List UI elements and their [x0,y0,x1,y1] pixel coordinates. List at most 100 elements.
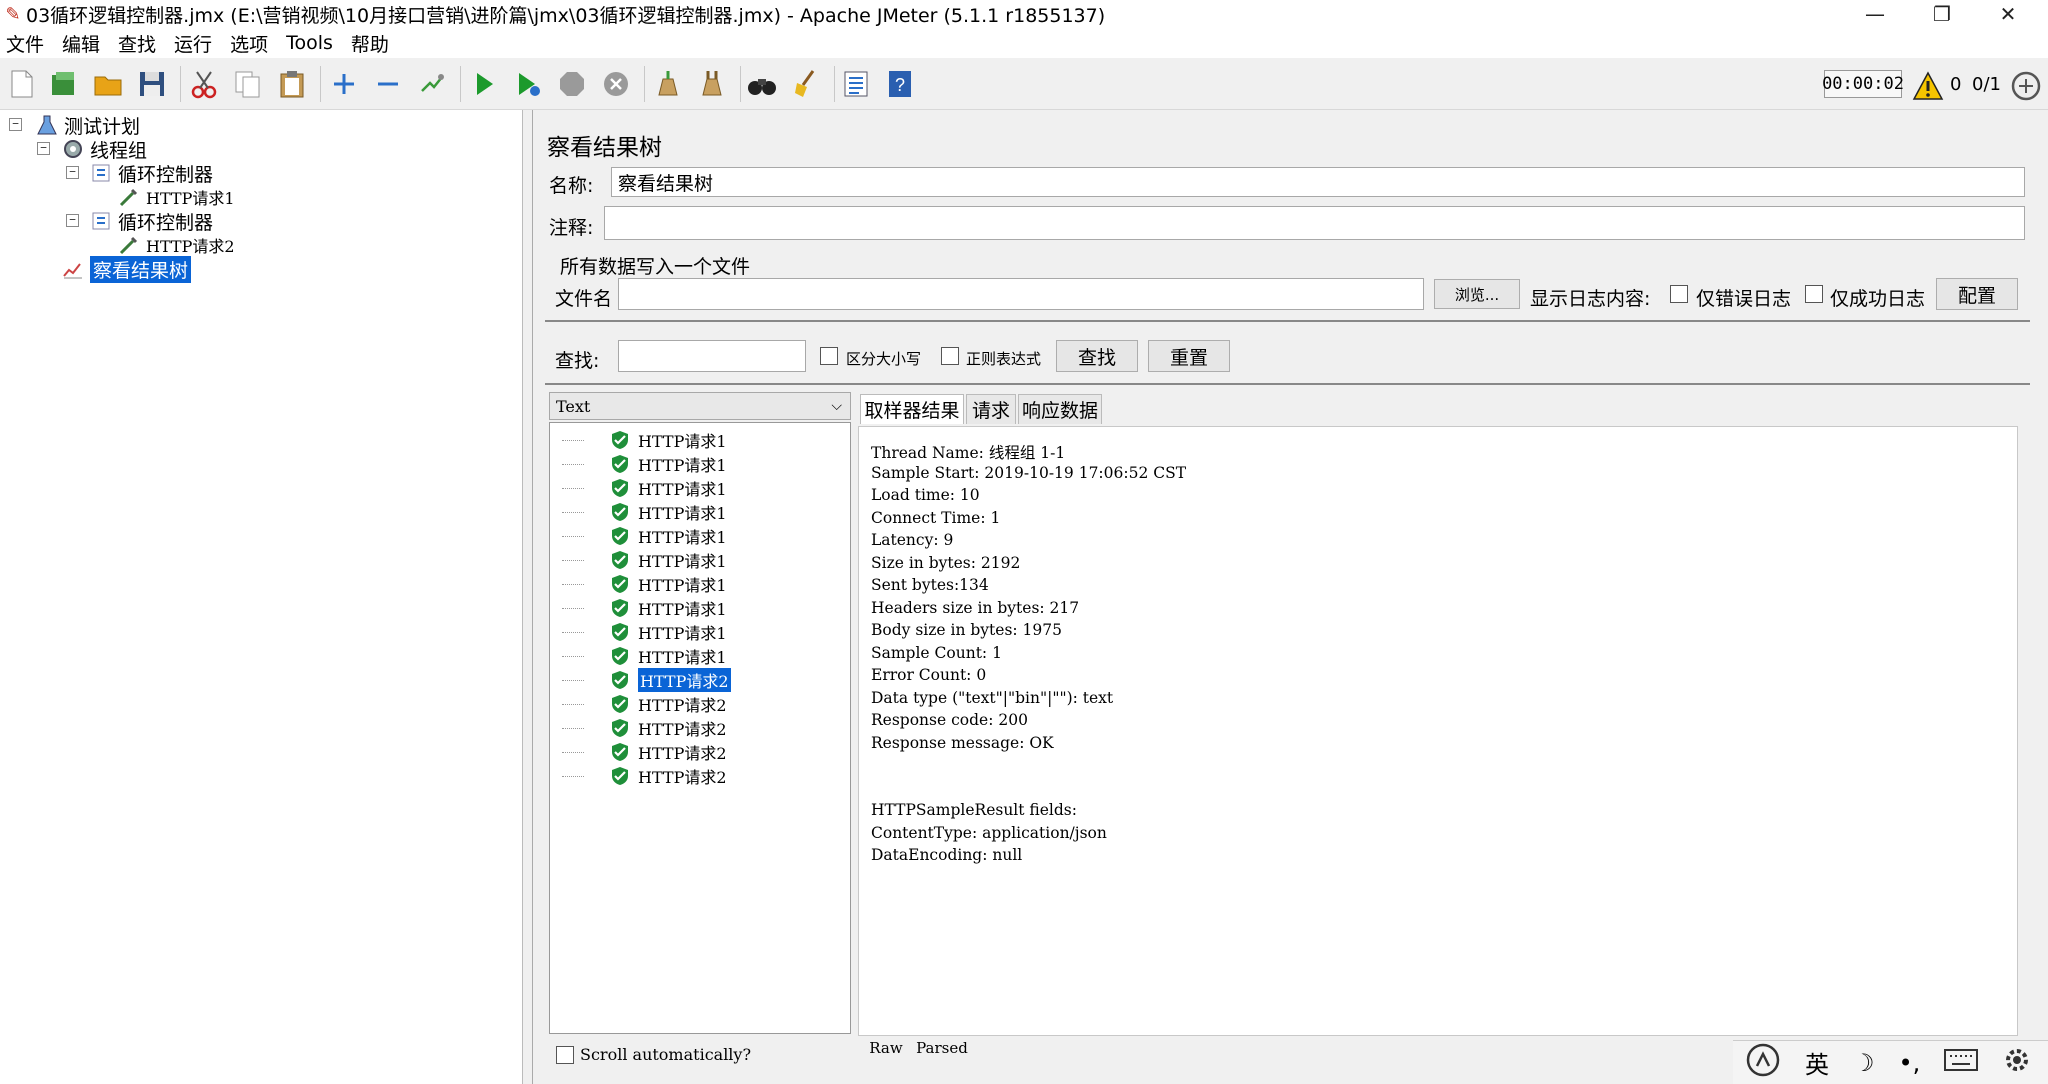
comment-label: 注释: [549,217,594,239]
toggle-icon[interactable] [414,66,450,102]
result-item[interactable]: HTTP请求1 [562,597,727,619]
tree-node-loop-controller-1[interactable]: 循环控制器 [90,161,213,186]
start-icon[interactable] [466,66,502,102]
shutdown-icon[interactable] [598,66,634,102]
result-item[interactable]: HTTP请求1 [562,621,727,643]
tab-request[interactable]: 请求 [966,394,1016,424]
name-input[interactable]: 察看结果树 [611,167,2025,197]
scroll-auto-checkbox[interactable] [556,1046,574,1064]
result-item[interactable]: HTTP请求2 [562,668,731,692]
result-item[interactable]: HTTP请求1 [562,429,727,451]
save-icon[interactable] [134,66,170,102]
open-icon[interactable] [90,66,126,102]
browse-button[interactable]: 浏览... [1434,279,1520,309]
tab-response-data[interactable]: 响应数据 [1018,394,1102,424]
renderer-select[interactable]: Text ⌵ [549,392,851,420]
result-item[interactable]: HTTP请求2 [562,693,727,715]
raw-tab[interactable]: Raw [868,1036,904,1060]
tree-node-view-results-tree[interactable]: 察看结果树 [62,255,192,283]
close-button[interactable]: ✕ [1978,0,2038,28]
new-icon[interactable] [4,66,40,102]
clear-all-icon[interactable] [694,66,730,102]
parsed-tab[interactable]: Parsed [912,1036,972,1060]
success-check-icon [612,551,628,569]
result-item[interactable]: HTTP请求1 [562,573,727,595]
tab-sampler-result[interactable]: 取样器结果 [860,394,964,424]
splitter-line[interactable] [545,383,2030,385]
menu-file[interactable]: 文件 [6,30,44,57]
regex-checkbox[interactable] [941,347,959,365]
success-only-checkbox[interactable] [1805,285,1823,303]
toolbar-separator [320,66,321,102]
collapse-toggle[interactable]: − [37,142,50,155]
detail-line: Sent bytes:134 [871,576,989,594]
tree-node-test-plan[interactable]: 测试计划 [36,113,140,138]
collapse-toggle[interactable]: − [66,214,79,227]
ime-toolbar: 英 ☽ •, [1733,1040,2048,1084]
errors-only-checkbox[interactable] [1670,285,1688,303]
result-item[interactable]: HTTP请求1 [562,477,727,499]
reset-button[interactable]: 重置 [1148,340,1230,372]
keyboard-icon[interactable] [1944,1048,1979,1078]
detail-line: Load time: 10 [871,486,980,504]
cut-icon[interactable] [186,66,222,102]
ime-settings-gear-icon[interactable] [2002,1045,2032,1081]
collapse-toggle[interactable]: − [66,166,79,179]
result-item[interactable]: HTTP请求1 [562,501,727,523]
result-item-label: HTTP请求2 [638,696,727,715]
function-helper-icon[interactable] [838,66,874,102]
result-item[interactable]: HTTP请求2 [562,765,727,787]
tree-node-thread-group[interactable]: 线程组 [62,137,147,162]
result-item[interactable]: HTTP请求2 [562,717,727,739]
result-item[interactable]: HTTP请求1 [562,525,727,547]
comment-input[interactable] [604,206,2025,240]
start-no-pauses-icon[interactable] [510,66,546,102]
copy-icon[interactable] [230,66,266,102]
ime-halfwidth-icon[interactable]: ☽ [1853,1049,1875,1077]
menu-help[interactable]: 帮助 [351,30,389,57]
configure-button[interactable]: 配置 [1936,278,2018,310]
ime-language[interactable]: 英 [1805,1045,1829,1080]
search-binoculars-icon[interactable] [744,66,780,102]
restore-button[interactable]: ❐ [1912,0,1972,28]
menu-edit[interactable]: 编辑 [62,30,100,57]
result-item[interactable]: HTTP请求1 [562,645,727,667]
menu-options[interactable]: 选项 [230,30,268,57]
chevron-down-icon: ⌵ [831,398,842,414]
collapse-toggle[interactable]: − [9,118,22,131]
loop-controller-icon [90,210,112,232]
tree-connector [562,512,584,513]
clear-icon[interactable] [650,66,686,102]
menu-search[interactable]: 查找 [118,30,156,57]
menu-run[interactable]: 运行 [174,30,212,57]
collapse-icon[interactable] [370,66,406,102]
case-sensitive-checkbox[interactable] [820,347,838,365]
success-check-icon [612,431,628,449]
result-item[interactable]: HTTP请求1 [562,453,727,475]
search-input[interactable] [618,340,806,372]
paste-icon[interactable] [274,66,310,102]
expand-icon[interactable] [326,66,362,102]
tree-node-http-request-1[interactable]: HTTP请求1 [118,185,235,209]
help-icon[interactable]: ? [882,66,918,102]
templates-icon[interactable] [46,66,82,102]
result-item[interactable]: HTTP请求2 [562,741,727,763]
reset-search-broom-icon[interactable] [788,66,824,102]
minimize-button[interactable]: — [1845,0,1905,28]
sampler-result-text[interactable]: Thread Name: 线程组 1-1 Sample Start: 2019-1… [858,426,2018,1036]
stop-icon[interactable] [554,66,590,102]
tree-node-http-request-2[interactable]: HTTP请求2 [118,233,235,257]
ime-logo-icon[interactable] [1745,1042,1781,1084]
find-button[interactable]: 查找 [1056,340,1138,372]
result-item-label: HTTP请求2 [638,768,727,787]
ime-punctuation-icon[interactable]: •, [1899,1049,1921,1077]
filename-input[interactable] [618,278,1424,310]
menu-tools[interactable]: Tools [286,32,333,54]
result-item[interactable]: HTTP请求1 [562,549,727,571]
tree-node-loop-controller-2[interactable]: 循环控制器 [90,209,213,234]
splitter-line[interactable] [545,320,2030,322]
filename-label: 文件名 [555,288,613,310]
warning-icon[interactable] [1910,68,1946,104]
result-item-label: HTTP请求2 [638,668,731,692]
pane-splitter[interactable] [523,110,533,1084]
